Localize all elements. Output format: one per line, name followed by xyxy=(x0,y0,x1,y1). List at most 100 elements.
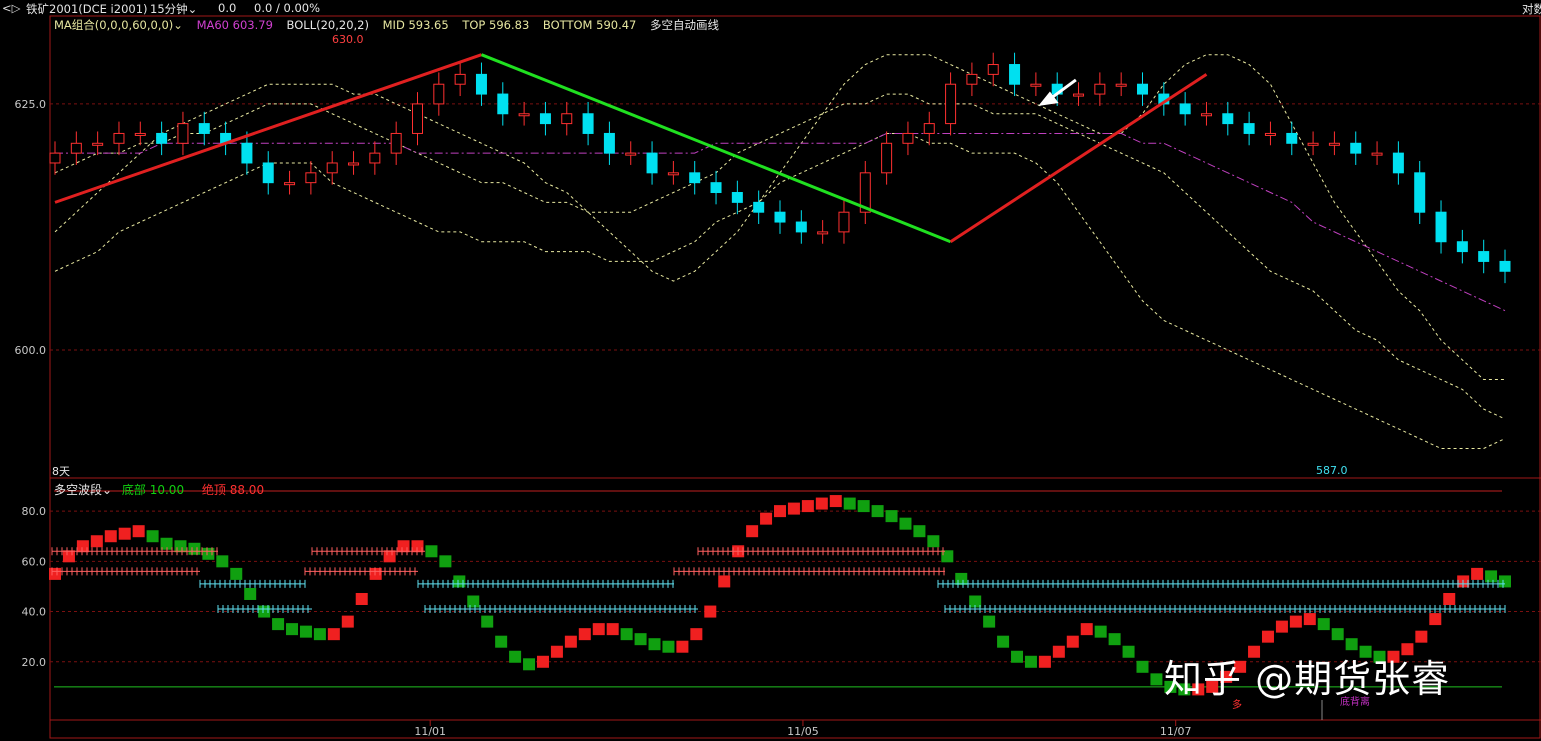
wave-bar xyxy=(1136,660,1149,673)
candle-body xyxy=(1435,211,1447,243)
wave-bar xyxy=(718,575,731,588)
candle-body xyxy=(838,211,850,233)
ma60-label: MA60 603.79 xyxy=(196,18,273,32)
candle-body xyxy=(859,172,871,213)
wave-bar xyxy=(160,537,173,550)
log-scale-label[interactable]: 对数 xyxy=(1522,1,1541,17)
y-tick-label: 600.0 xyxy=(15,344,47,357)
zigzag-line xyxy=(480,53,952,244)
candle-body xyxy=(1179,103,1191,115)
period-selector[interactable]: 15分钟⌄ xyxy=(150,1,197,17)
candle-body xyxy=(646,152,658,174)
wave-bar xyxy=(1011,650,1024,663)
candle-body xyxy=(1051,83,1063,95)
wave-bar xyxy=(1052,645,1065,658)
wave-bar xyxy=(690,628,703,641)
wave-bar xyxy=(1122,645,1135,658)
wave-bar xyxy=(1443,593,1456,605)
chart-svg[interactable]: 600.0 625.0 11/01 11/05 11/07 20.0 40.0 60.0 80.… xyxy=(0,0,1541,741)
candle-body xyxy=(220,132,232,144)
wave-bar xyxy=(76,540,89,553)
axis-labels: 600.0 625.0 11/01 11/05 11/07 20.0 40.0 60.0 80.… xyxy=(15,98,1192,738)
sub-panel-name[interactable]: 多空波段 xyxy=(54,483,102,497)
wave-bar xyxy=(104,530,117,543)
candle-body xyxy=(731,192,743,203)
sub-panel-header: 多空波段⌄ 底部 10.00 绝顶 88.00 xyxy=(54,481,264,498)
wave-bar xyxy=(760,512,773,525)
wave-bar xyxy=(885,510,898,523)
wave-bar xyxy=(815,497,828,510)
wave-bar xyxy=(774,505,786,518)
sub-y-tick-label: 40.0 xyxy=(22,606,47,619)
wave-bar xyxy=(509,650,522,663)
candle-body xyxy=(49,152,61,164)
candle-body xyxy=(923,123,935,134)
wave-bar xyxy=(244,587,257,600)
candle-body xyxy=(475,73,487,95)
wave-bar xyxy=(732,545,745,558)
wave-bar xyxy=(1317,618,1330,631)
wave-bar xyxy=(369,567,382,580)
series-boll-bottom xyxy=(54,132,1506,449)
wave-bar xyxy=(955,572,968,585)
wave-bar xyxy=(1275,620,1288,633)
candle-body xyxy=(987,64,999,75)
wave-bar xyxy=(1024,655,1037,668)
chevron-down-icon[interactable]: ⌄ xyxy=(173,18,183,32)
chart-frame xyxy=(49,15,1541,739)
wave-bar xyxy=(202,547,215,560)
wave-bar xyxy=(132,525,145,538)
symbol-label[interactable]: 铁矿2001(DCE i2001) xyxy=(26,1,148,17)
candle-body xyxy=(348,162,360,166)
wave-bar xyxy=(676,640,689,653)
auto-line-label[interactable]: 多空自动画线 xyxy=(650,18,719,32)
grid-lines xyxy=(50,103,1541,726)
candle-body xyxy=(177,123,189,144)
wave-bar xyxy=(1485,570,1498,583)
candle-body xyxy=(454,73,466,85)
panel-border xyxy=(49,15,1541,739)
candle-body xyxy=(603,132,615,154)
candle-body xyxy=(1137,83,1148,95)
candle-body xyxy=(1243,123,1255,134)
x-tick-label: 11/05 xyxy=(787,725,819,738)
back-forward-icon[interactable]: <▷ xyxy=(2,1,20,15)
candle-body xyxy=(1414,172,1426,213)
ma-combo-label[interactable]: MA组合(0,0,0,60,0,0) xyxy=(54,18,173,32)
wave-bar xyxy=(216,555,229,568)
candle-body xyxy=(667,172,679,176)
wave-bar xyxy=(1261,630,1274,643)
wave-bar xyxy=(536,655,549,668)
wave-bar xyxy=(1471,567,1484,580)
wave-bar xyxy=(1289,615,1302,628)
candle-body xyxy=(1222,113,1234,125)
last-price: 0.0 xyxy=(218,1,237,15)
candle-body xyxy=(1392,152,1404,174)
series-ma60 xyxy=(55,132,1506,312)
wave-bar xyxy=(857,500,870,513)
wave-bar xyxy=(90,535,103,548)
wave-bar xyxy=(327,628,340,641)
chevron-down-icon[interactable]: ⌄ xyxy=(102,483,112,497)
wave-bar xyxy=(801,500,814,513)
wave-bar xyxy=(1429,613,1442,626)
candle-body xyxy=(518,113,530,117)
zigzag-line xyxy=(949,73,1208,243)
candle-body xyxy=(1478,251,1490,262)
candle-body xyxy=(582,113,594,134)
wave-bar xyxy=(174,540,187,553)
wave-bar xyxy=(341,615,354,628)
candle-body xyxy=(966,73,978,85)
candle-body xyxy=(625,152,637,156)
wave-bar xyxy=(62,550,75,563)
sub-y-tick-label: 20.0 xyxy=(22,656,47,669)
candle-body xyxy=(92,142,104,146)
candle-body xyxy=(284,182,296,186)
candle-body xyxy=(1307,142,1319,146)
wave-bar xyxy=(578,628,591,641)
wave-bar xyxy=(704,605,717,618)
candle-body xyxy=(561,113,573,125)
wave-bar xyxy=(453,575,466,588)
days-label: 8天 xyxy=(52,465,70,478)
wave-bar xyxy=(927,535,940,548)
